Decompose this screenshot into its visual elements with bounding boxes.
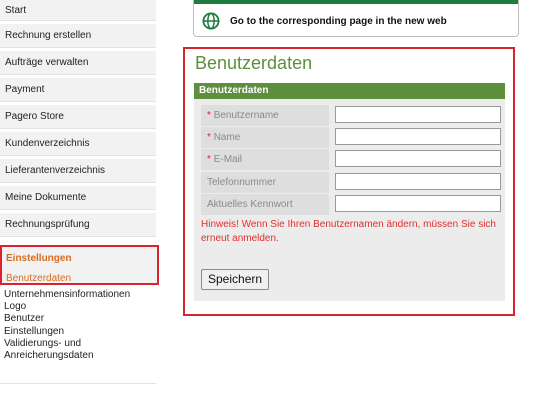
sidebar-item-rechnungspruefung[interactable]: Rechnungsprüfung <box>0 213 156 237</box>
form-row-kennwort: Aktuelles Kennwort <box>201 194 501 215</box>
subnav-item-unternehmensinformationen[interactable]: Unternehmensinformationen <box>4 289 154 301</box>
new-web-banner[interactable]: Go to the corresponding page in the new … <box>193 0 519 37</box>
sidebar-divider <box>0 383 156 384</box>
field-label-text: Aktuelles Kennwort <box>207 199 293 210</box>
name-input[interactable] <box>335 128 501 145</box>
subnav-item-logo[interactable]: Logo <box>4 301 154 313</box>
required-marker: * <box>207 154 211 165</box>
sidebar-item-rechnung-erstellen[interactable]: Rechnung erstellen <box>0 24 156 48</box>
sidebar-item-start[interactable]: Start <box>0 0 156 21</box>
required-marker: * <box>207 110 211 121</box>
subnav-item-benutzer[interactable]: Benutzer <box>4 313 154 325</box>
sidebar-item-payment[interactable]: Payment <box>0 78 156 102</box>
form-row-name: * Name <box>201 127 501 148</box>
page-title: Benutzerdaten <box>195 53 313 73</box>
sidebar-item-meine-dokumente[interactable]: Meine Dokumente <box>0 186 156 210</box>
sidebar-section-einstellungen: Einstellungen Benutzerdaten <box>0 245 159 285</box>
sidebar-item-pagero-store[interactable]: Pagero Store <box>0 105 156 129</box>
subnav-item-einstellungen[interactable]: Einstellungen <box>4 326 154 338</box>
telefonnummer-input[interactable] <box>335 173 501 190</box>
form-row-benutzername: * Benutzername <box>201 105 501 126</box>
save-button[interactable]: Speichern <box>201 269 270 290</box>
user-data-panel: Benutzerdaten Benutzerdaten * Benutzerna… <box>183 47 515 316</box>
subnav-item-validierungs[interactable]: Validierungs- und <box>4 338 154 350</box>
sidebar-item-einstellungen[interactable]: Einstellungen <box>6 253 72 264</box>
form-row-telefonnummer: Telefonnummer <box>201 172 501 193</box>
new-web-link[interactable]: Go to the corresponding page in the new … <box>230 16 447 27</box>
sidebar: Start Rechnung erstellen Aufträge verwal… <box>0 0 156 240</box>
subnav-item-benutzerdaten[interactable]: Benutzerdaten <box>6 273 71 284</box>
user-data-form: Benutzerdaten * Benutzername * Name * E-… <box>194 83 505 301</box>
field-label-text: Telefonnummer <box>207 177 276 188</box>
required-marker: * <box>207 132 211 143</box>
field-label-kennwort: Aktuelles Kennwort <box>201 194 329 215</box>
kennwort-input[interactable] <box>335 195 501 212</box>
field-label-text: E-Mail <box>213 154 243 165</box>
field-label-benutzername: * Benutzername <box>201 105 329 126</box>
subnav-item-anreicherungsdaten[interactable]: Anreicherungsdaten <box>4 350 154 362</box>
hint-text: Hinweis! Wenn Sie Ihren Benutzernamen än… <box>201 219 496 244</box>
field-label-telefonnummer: Telefonnummer <box>201 172 329 193</box>
field-label-email: * E-Mail <box>201 149 329 170</box>
field-label-text: Name <box>213 132 241 143</box>
form-section-header: Benutzerdaten <box>194 83 505 99</box>
banner-accent-bar <box>194 0 518 4</box>
sidebar-item-lieferantenverzeichnis[interactable]: Lieferantenverzeichnis <box>0 159 156 183</box>
sidebar-item-auftraege-verwalten[interactable]: Aufträge verwalten <box>0 51 156 75</box>
field-label-name: * Name <box>201 127 329 148</box>
sidebar-item-kundenverzeichnis[interactable]: Kundenverzeichnis <box>0 132 156 156</box>
benutzername-input[interactable] <box>335 106 501 123</box>
email-input[interactable] <box>335 150 501 167</box>
settings-subnav: Unternehmensinformationen Logo Benutzer … <box>4 289 154 362</box>
globe-icon <box>202 12 220 30</box>
form-row-email: * E-Mail <box>201 149 501 170</box>
field-label-text: Benutzername <box>213 110 279 121</box>
